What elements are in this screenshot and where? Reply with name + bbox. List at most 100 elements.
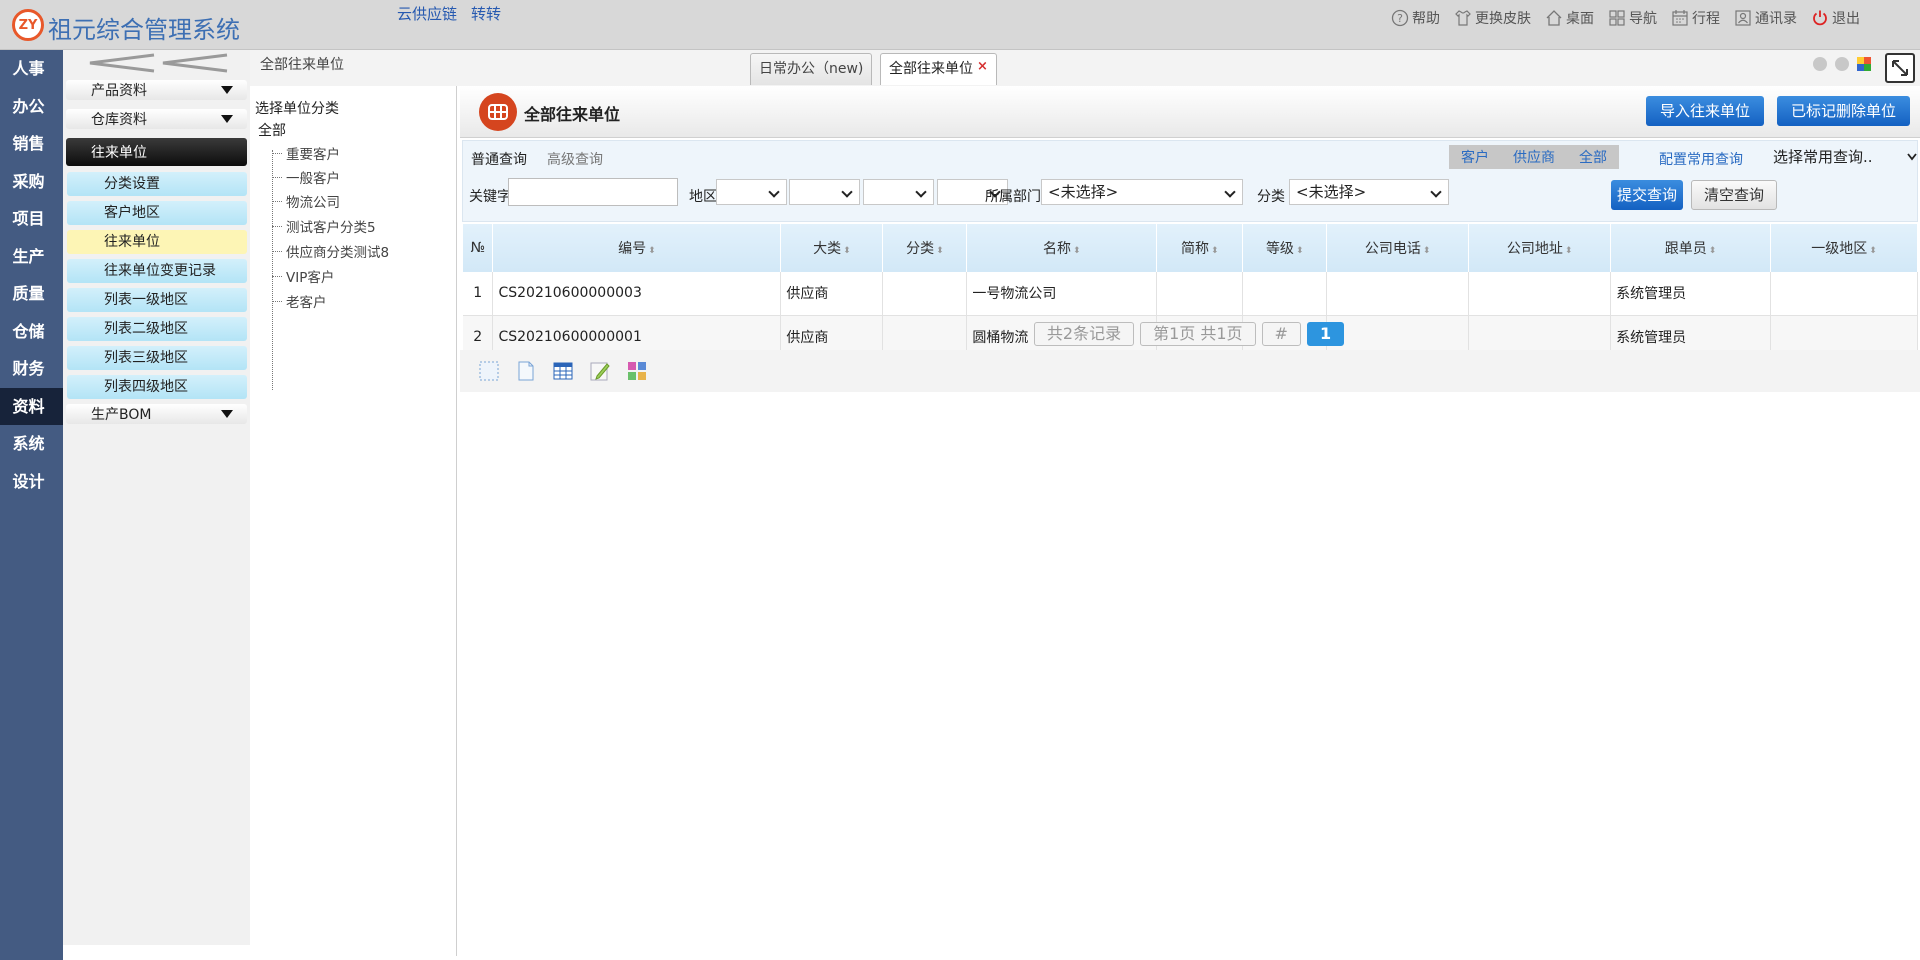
- rail-item-system[interactable]: 系统: [0, 425, 63, 463]
- rail-item-production[interactable]: 生产: [0, 238, 63, 276]
- query-panel: 普通查询 高级查询 客户 供应商 全部 配置常用查询 选择常用查询.. 关键字 …: [462, 140, 1918, 222]
- edit-icon[interactable]: [589, 360, 611, 382]
- col-region[interactable]: 一级地区 ⬍: [1770, 224, 1918, 272]
- col-grade[interactable]: 等级 ⬍: [1242, 224, 1328, 272]
- type-customer[interactable]: 客户: [1449, 147, 1501, 167]
- region-select-3[interactable]: [863, 179, 934, 205]
- link-zhuanzhuan[interactable]: 转转: [471, 3, 501, 24]
- tree-node[interactable]: 供应商分类测试8: [272, 242, 389, 261]
- submit-query-button[interactable]: 提交查询: [1611, 180, 1683, 210]
- rail-item-office[interactable]: 办公: [0, 88, 63, 126]
- submenu-item-region-level3[interactable]: 列表三级地区: [67, 346, 247, 370]
- tree-node-label: 一般客户: [286, 171, 340, 187]
- navigation-button[interactable]: 导航: [1608, 8, 1657, 28]
- tree-root[interactable]: 全部: [258, 120, 286, 140]
- col-short[interactable]: 简称 ⬍: [1156, 224, 1244, 272]
- menu-group-partners[interactable]: 往来单位: [66, 138, 247, 166]
- rail-item-warehouse[interactable]: 仓储: [0, 313, 63, 351]
- new-document-icon[interactable]: [515, 360, 537, 382]
- rail-item-purchase[interactable]: 采购: [0, 163, 63, 201]
- calendar-icon: [1672, 10, 1688, 26]
- home-icon: [1546, 10, 1562, 26]
- tab-scroll-right-icon[interactable]: [1835, 57, 1849, 71]
- record-count: 共2条记录: [1033, 322, 1135, 346]
- import-partners-button[interactable]: 导入往来单位: [1646, 96, 1765, 126]
- col-owner[interactable]: 跟单员 ⬍: [1610, 224, 1772, 272]
- table-view-icon[interactable]: [552, 360, 574, 382]
- close-tab-icon[interactable]: ×: [977, 59, 988, 74]
- table-row[interactable]: 1 CS20210600000003 供应商 一号物流公司 系统管理员: [463, 272, 1918, 316]
- type-supplier[interactable]: 供应商: [1501, 147, 1567, 167]
- tab-normal-query[interactable]: 普通查询: [471, 149, 527, 169]
- tree-node[interactable]: VIP客户: [272, 267, 334, 286]
- col-major[interactable]: 大类 ⬍: [780, 224, 884, 272]
- category-select[interactable]: <未选择>: [1289, 179, 1449, 205]
- tree-node[interactable]: 物流公司: [272, 192, 340, 211]
- tree-node[interactable]: 老客户: [272, 292, 327, 311]
- fullscreen-button[interactable]: [1885, 53, 1915, 83]
- col-name[interactable]: 名称 ⬍: [966, 224, 1158, 272]
- submenu-item-partners[interactable]: 往来单位: [67, 230, 247, 254]
- sort-icon: ⬍: [1564, 246, 1573, 256]
- tab-menu-icon[interactable]: [1857, 57, 1871, 71]
- tree-node-label: 物流公司: [286, 195, 340, 211]
- cell-short: [1156, 272, 1244, 316]
- keyword-input[interactable]: [508, 178, 678, 206]
- change-skin-button[interactable]: 更换皮肤: [1454, 8, 1531, 28]
- col-grade-label: 等级: [1265, 241, 1294, 257]
- collapse-menu-button[interactable]: [63, 50, 250, 76]
- menu-group-product[interactable]: 产品资料: [66, 80, 247, 100]
- common-query-select[interactable]: 选择常用查询..: [1773, 146, 1919, 168]
- help-button[interactable]: ? 帮助: [1391, 8, 1440, 28]
- panel-header: 全部往来单位 导入往来单位 已标记删除单位: [460, 86, 1920, 138]
- tab-daily-office[interactable]: 日常办公（new): [750, 53, 873, 85]
- submenu-item-partner-changes[interactable]: 往来单位变更记录: [67, 259, 247, 283]
- rail-item-finance[interactable]: 财务: [0, 350, 63, 388]
- col-category[interactable]: 分类 ⬍: [882, 224, 968, 272]
- cell-category: [882, 272, 968, 316]
- logout-button[interactable]: 退出: [1811, 8, 1860, 28]
- menu-group-warehouse[interactable]: 仓库资料: [66, 109, 247, 129]
- department-select[interactable]: <未选择>: [1041, 179, 1243, 205]
- tree-node[interactable]: 一般客户: [272, 168, 340, 187]
- rail-item-data[interactable]: 资料: [0, 387, 63, 425]
- type-all[interactable]: 全部: [1567, 147, 1619, 167]
- tab-all-partners[interactable]: 全部往来单位 ×: [880, 53, 997, 85]
- col-phone[interactable]: 公司电话 ⬍: [1326, 224, 1470, 272]
- region-select-1[interactable]: [716, 179, 787, 205]
- col-code[interactable]: 编号 ⬍: [492, 224, 782, 272]
- sort-icon: ⬍: [1073, 246, 1081, 256]
- deleted-partners-button[interactable]: 已标记删除单位: [1777, 96, 1911, 126]
- logout-label: 退出: [1832, 11, 1860, 27]
- submenu-item-category-settings[interactable]: 分类设置: [67, 172, 247, 196]
- link-cloud-supply-chain[interactable]: 云供应链: [397, 3, 457, 24]
- contacts-button[interactable]: 通讯录: [1734, 8, 1797, 28]
- region-select-2[interactable]: [789, 179, 860, 205]
- tab-advanced-query[interactable]: 高级查询: [547, 149, 603, 169]
- col-address[interactable]: 公司地址 ⬍: [1468, 224, 1612, 272]
- submenu-item-customer-region[interactable]: 客户地区: [67, 201, 247, 225]
- cell-grade: [1242, 272, 1328, 316]
- submenu-item-region-level4[interactable]: 列表四级地区: [67, 375, 247, 399]
- rail-item-sales[interactable]: 销售: [0, 125, 63, 163]
- menu-group-bom[interactable]: 生产BOM: [66, 404, 247, 424]
- tree-node[interactable]: 重要客户: [272, 144, 340, 163]
- clear-query-button[interactable]: 清空查询: [1691, 180, 1777, 210]
- puzzle-icon[interactable]: [626, 360, 648, 382]
- page-1-button[interactable]: 1: [1306, 322, 1345, 346]
- rail-item-hr[interactable]: 人事: [0, 50, 63, 88]
- config-common-query-link[interactable]: 配置常用查询: [1659, 149, 1743, 169]
- double-left-chevron-icon: [89, 53, 227, 73]
- desktop-button[interactable]: 桌面: [1545, 8, 1594, 28]
- rail-item-project[interactable]: 项目: [0, 200, 63, 238]
- rail-item-quality[interactable]: 质量: [0, 275, 63, 313]
- page-jump-button[interactable]: #: [1261, 322, 1301, 346]
- schedule-button[interactable]: 行程: [1671, 8, 1720, 28]
- cell-name[interactable]: 一号物流公司: [966, 272, 1158, 316]
- submenu-item-region-level2[interactable]: 列表二级地区: [67, 317, 247, 341]
- rail-item-design[interactable]: 设计: [0, 463, 63, 501]
- tree-node[interactable]: 测试客户分类5: [272, 217, 376, 236]
- submenu-item-region-level1[interactable]: 列表一级地区: [67, 288, 247, 312]
- select-all-icon[interactable]: [478, 360, 500, 382]
- tab-scroll-left-icon[interactable]: [1813, 57, 1827, 71]
